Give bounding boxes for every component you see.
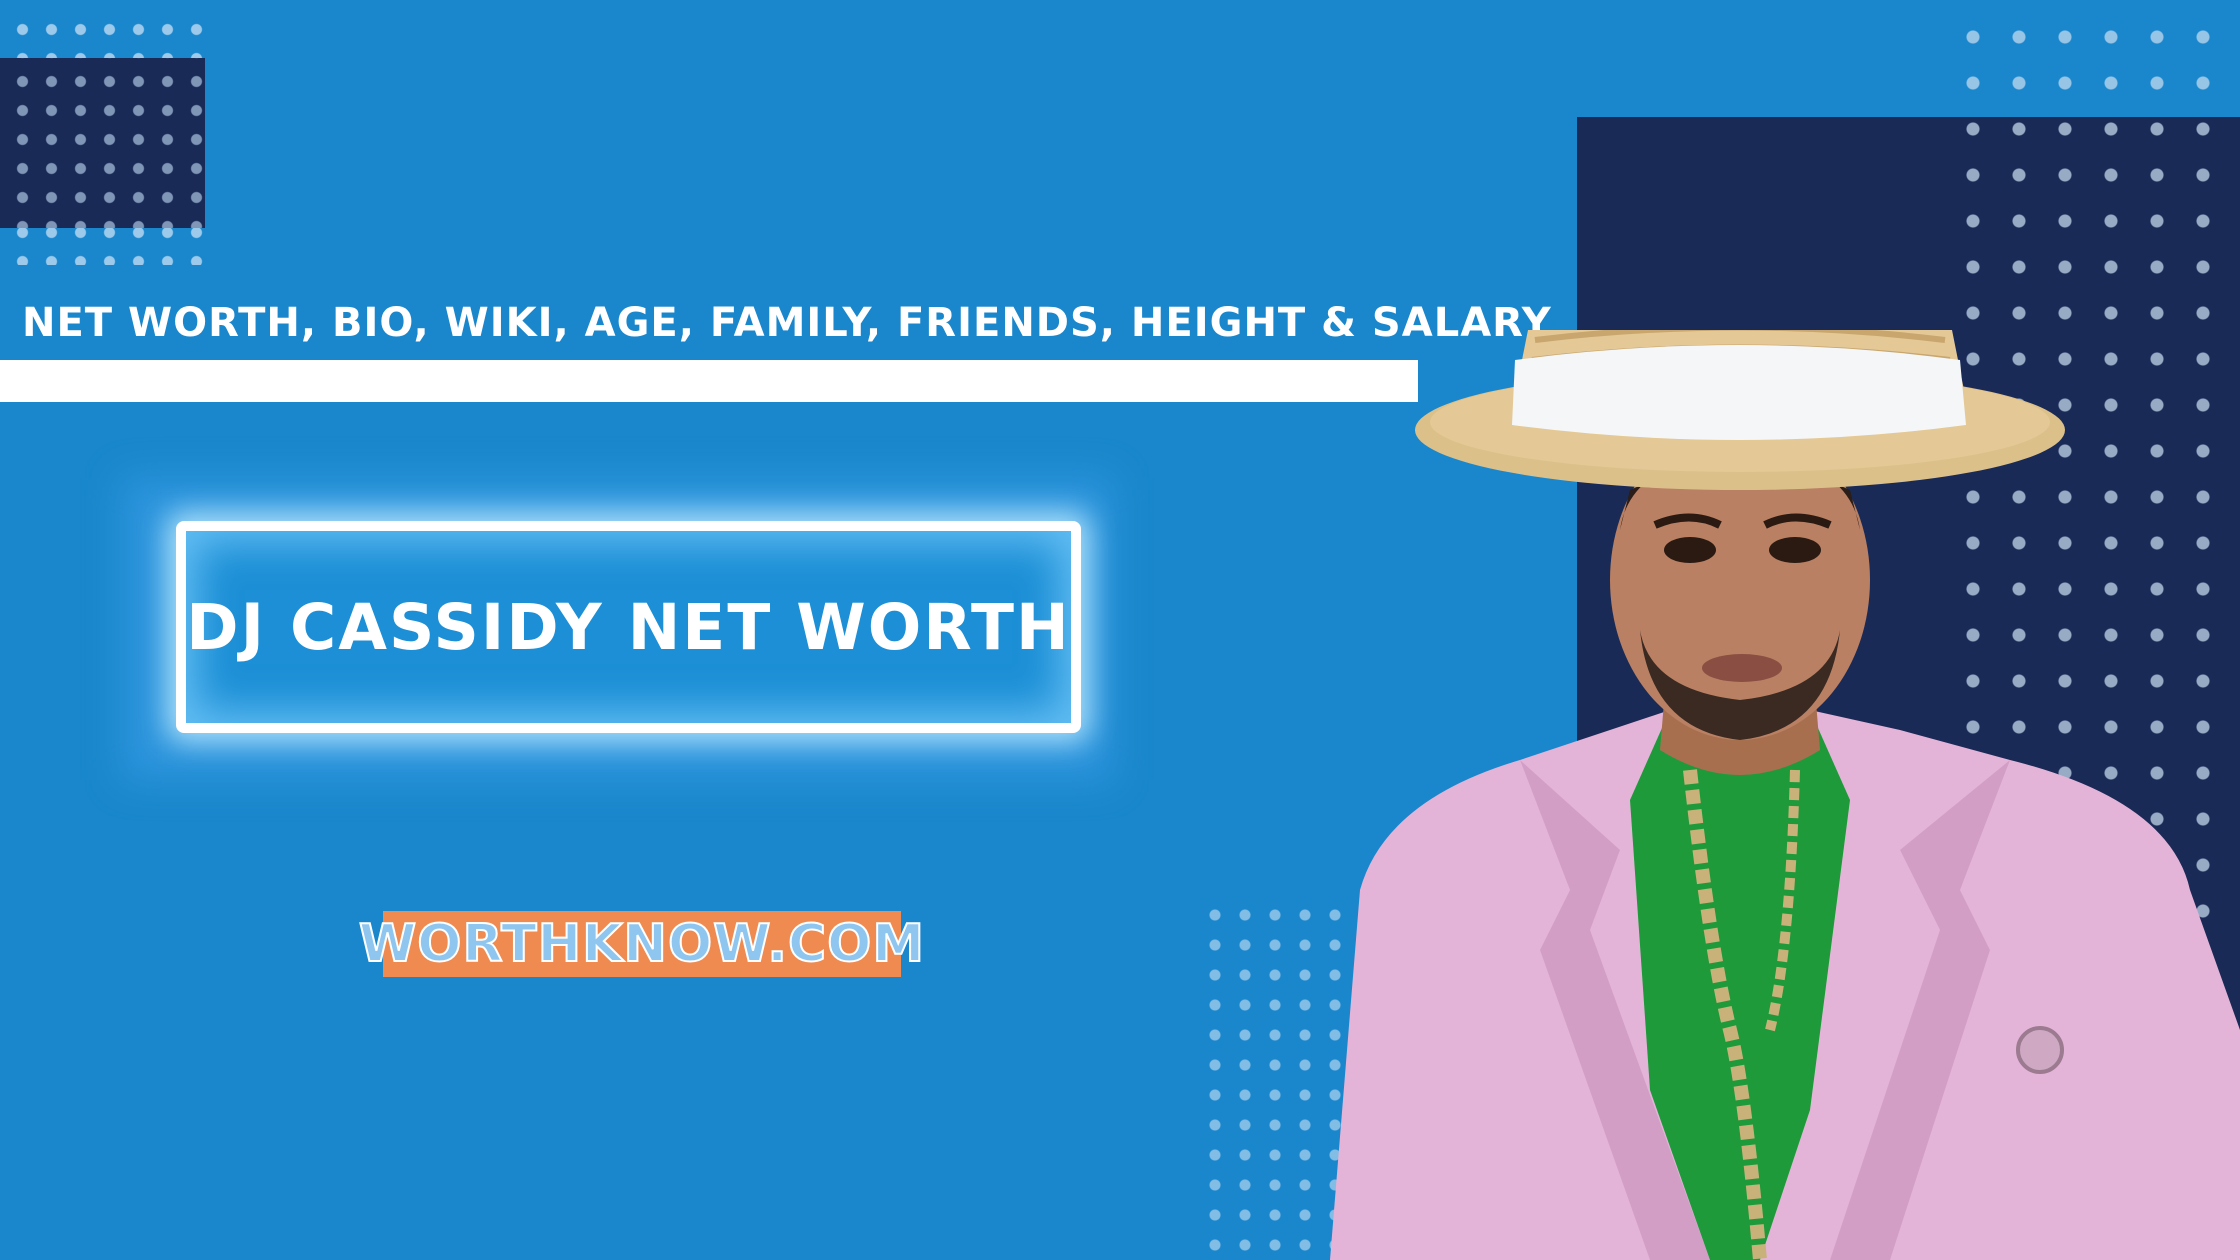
hat-band: [1512, 345, 1966, 440]
white-divider-bar: [0, 360, 1418, 402]
dark-dotted-panel-top-left: [0, 58, 205, 228]
page-title: DJ CASSIDY NET WORTH: [186, 590, 1071, 664]
site-badge[interactable]: WORTHKNOW.COM: [358, 911, 925, 977]
title-box: DJ CASSIDY NET WORTH: [176, 521, 1081, 733]
person-photo: [1330, 330, 2240, 1260]
site-badge-label: WORTHKNOW.COM: [358, 913, 926, 975]
brooch: [2016, 1026, 2064, 1074]
